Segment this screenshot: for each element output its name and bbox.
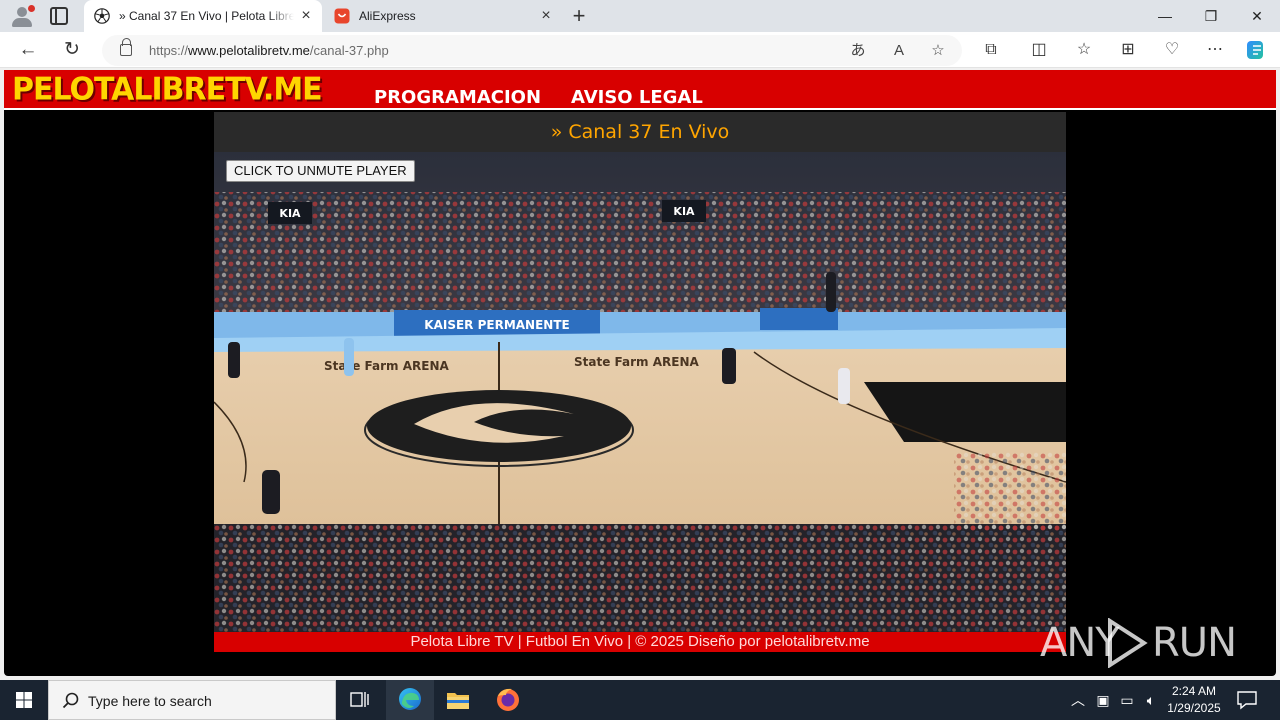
lock-icon[interactable] [120,38,132,56]
collections-icon[interactable]: ⊞ [1116,38,1140,62]
nav-link-aviso-legal[interactable]: AVISO LEGAL [571,87,703,108]
minimize-window-icon[interactable]: — [1142,0,1188,32]
copilot-icon[interactable] [1245,38,1269,62]
tab-aliexpress[interactable]: AliExpress × [324,0,562,32]
restore-window-icon[interactable]: ❐ [1188,0,1234,32]
split-screen-icon[interactable]: ◫ [1027,38,1051,62]
firefox-icon[interactable] [484,680,532,720]
site-header: PELOTALIBRETV.ME PROGRAMACION AVISO LEGA… [4,70,1276,110]
search-icon [62,692,79,709]
nav-link-programacion[interactable]: PROGRAMACION [374,87,541,108]
settings-more-icon[interactable]: ⋯ [1203,38,1227,62]
site-logo[interactable]: PELOTALIBRETV.ME [12,71,323,108]
tab-title: » Canal 37 En Vivo | Pelota Libre TV [119,9,294,23]
refresh-icon[interactable]: ↻ [60,38,84,62]
channel-title: » Canal 37 En Vivo [550,121,730,143]
browser-viewport: PELOTALIBRETV.ME PROGRAMACION AVISO LEGA… [0,68,1280,680]
clock-date: 1/29/2025 [1167,701,1221,715]
file-explorer-icon[interactable] [434,680,482,720]
svg-text:KIA: KIA [279,207,301,220]
read-aloud-icon[interactable]: A [888,40,910,62]
url-text[interactable]: https://www.pelotalibretv.me/canal-37.ph… [149,43,389,58]
close-window-icon[interactable]: ✕ [1234,0,1280,32]
taskbar-search-box[interactable]: Type here to search [48,680,336,720]
windows-start-icon[interactable] [0,680,48,720]
favorites-icon[interactable]: ☆ [1072,38,1096,62]
channel-bar: » Canal 37 En Vivo [214,112,1066,152]
clock-time: 2:24 AM [1171,684,1217,698]
address-bar[interactable]: https://www.pelotalibretv.me/canal-37.ph… [102,35,962,66]
anyrun-watermark: ANY RUN [1040,618,1237,668]
svg-text:State Farm ARENA: State Farm ARENA [324,359,449,373]
aliexpress-bag-icon [334,8,350,24]
system-clock[interactable]: 2:24 AM 1/29/2025 [1164,683,1224,717]
translate-icon[interactable]: あ [847,40,869,62]
task-view-icon[interactable] [336,680,384,720]
network-icon[interactable]: ▭ [1117,690,1137,710]
notification-center-icon[interactable] [1236,690,1258,710]
video-player[interactable]: KIA KIA KAISER PERMANENTE State Farm ARE… [214,152,1066,632]
back-arrow-icon[interactable]: ← [16,38,40,62]
favorite-star-icon[interactable]: ☆ [927,40,949,62]
extensions-puzzle-icon[interactable]: ⧉ [979,38,1003,62]
tab-canal-37[interactable]: » Canal 37 En Vivo | Pelota Libre TV × [84,0,322,32]
meet-now-icon[interactable]: ▣ [1093,690,1113,710]
tab-title: AliExpress [359,9,416,23]
edge-icon[interactable] [386,680,434,720]
svg-text:State Farm ARENA: State Farm ARENA [574,355,699,369]
svg-text:KAISER PERMANENTE: KAISER PERMANENTE [424,318,569,332]
unmute-player-button[interactable]: CLICK TO UNMUTE PLAYER [226,160,415,182]
footer-text: Pelota Libre TV | Futbol En Vivo | © 202… [410,633,870,650]
site-footer: Pelota Libre TV | Futbol En Vivo | © 202… [214,632,1066,652]
play-triangle-icon [1108,618,1148,668]
browser-toolbar: ← ↻ https://www.pelotalibretv.me/canal-3… [0,32,1280,68]
profile-avatar-icon[interactable] [10,5,35,27]
soccer-ball-icon [94,8,110,24]
svg-text:KIA: KIA [673,205,695,218]
browser-essentials-icon[interactable]: ♡ [1160,38,1184,62]
main-content: » Canal 37 En Vivo KIA KIA KAISER PERMAN… [214,112,1066,652]
new-tab-plus-icon[interactable]: + [568,5,590,27]
basketball-broadcast-frame: KIA KIA KAISER PERMANENTE State Farm ARE… [214,152,1066,632]
windows-taskbar: Type here to search ︿ ▣ ▭ 🔈︎ 2:24 AM 1/2… [0,680,1280,720]
close-tab-icon[interactable]: × [298,8,314,24]
tab-actions-icon[interactable] [50,7,68,25]
web-page: PELOTALIBRETV.ME PROGRAMACION AVISO LEGA… [4,70,1276,676]
browser-tab-strip: » Canal 37 En Vivo | Pelota Libre TV × A… [0,0,1280,32]
search-placeholder: Type here to search [88,693,212,709]
close-tab-icon[interactable]: × [538,8,554,24]
volume-icon[interactable]: 🔈︎ [1141,690,1161,710]
show-hidden-icons-chevron-icon[interactable]: ︿ [1068,690,1088,710]
